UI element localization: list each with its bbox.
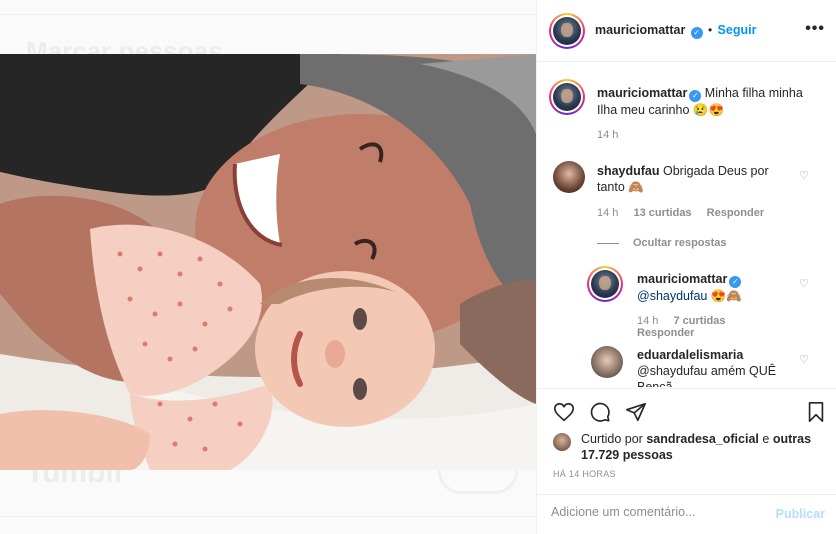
avatar-image — [591, 270, 619, 298]
verified-badge-icon: ✓ — [729, 276, 742, 288]
author-username[interactable]: mauriciomattar — [595, 23, 685, 37]
post-header: mauriciomattar ✓ • Seguir ••• — [537, 0, 836, 62]
follow-button[interactable]: Seguir — [718, 23, 757, 37]
reply-username[interactable]: eduardalelismaria — [637, 348, 743, 362]
reply-button[interactable]: Responder — [707, 207, 764, 219]
verified-badge-icon: ✓ — [690, 27, 703, 39]
reply-text: @shaydufau amém QUÊ Bençã — [637, 364, 777, 387]
liker-avatar[interactable] — [553, 433, 571, 451]
likes-prefix: Curtido por — [581, 432, 643, 446]
comment-time[interactable]: 14 h — [597, 207, 618, 219]
caption-time[interactable]: 14 h — [597, 129, 618, 141]
verified-badge-icon: ✓ — [689, 90, 702, 102]
reply-button[interactable]: Responder — [637, 327, 694, 339]
reply-meta: 14 h 7 curtidas — [637, 315, 737, 327]
caption: mauriciomattar ✓ Minha filha minha Ilha m… — [597, 85, 817, 118]
comment-username[interactable]: shaydufau — [597, 164, 660, 178]
comment-likes[interactable]: 13 curtidas — [633, 207, 691, 219]
publish-button[interactable]: Publicar — [776, 507, 825, 521]
like-reply-heart-icon[interactable]: ♡ — [799, 277, 809, 290]
reply-avatar[interactable] — [587, 266, 623, 302]
replies-divider — [597, 243, 619, 244]
comment: shaydufau Obrigada Deus por tanto 🙈 — [597, 163, 797, 195]
liker-username[interactable]: sandradesa_oficial — [646, 432, 759, 446]
caption-avatar[interactable] — [549, 79, 585, 115]
like-heart-icon[interactable] — [553, 401, 575, 423]
likes-middle: e — [762, 432, 770, 446]
post-time-ago[interactable]: HÁ 14 HORAS — [553, 469, 616, 479]
post-side-panel: mauriciomattar ✓ • Seguir ••• mauricioma… — [536, 0, 836, 534]
background-divider — [0, 516, 536, 517]
reply: mauriciomattar ✓ @shaydufau 😍🙈 — [637, 271, 797, 304]
bookmark-icon[interactable] — [805, 401, 827, 423]
avatar-image — [553, 17, 581, 45]
commenter-avatar[interactable] — [553, 161, 585, 193]
comment-input[interactable] — [551, 505, 761, 519]
like-comment-heart-icon[interactable]: ♡ — [799, 169, 809, 182]
avatar-image — [553, 83, 581, 111]
comments-list[interactable]: mauriciomattar ✓ Minha filha minha Ilha m… — [537, 63, 836, 387]
hide-replies-button[interactable]: Ocultar respostas — [633, 237, 727, 249]
reply-avatar[interactable] — [591, 346, 623, 378]
reply-text: @shaydufau 😍🙈 — [637, 289, 742, 303]
more-options-icon[interactable]: ••• — [805, 21, 825, 37]
reply: eduardalelismaria @shaydufau amém QUÊ Be… — [637, 347, 797, 387]
comment-bubble-icon[interactable] — [589, 401, 611, 423]
comment-meta: 14 h 13 curtidas Responder — [597, 207, 776, 219]
share-send-icon[interactable] — [625, 401, 647, 423]
caption-username[interactable]: mauriciomattar — [597, 86, 687, 100]
post-actions: Curtido por sandradesa_oficial e outras … — [537, 388, 836, 488]
likes-summary: Curtido por sandradesa_oficial e outras … — [581, 431, 821, 463]
background-divider — [0, 14, 536, 15]
reply-likes[interactable]: 7 curtidas — [673, 315, 725, 327]
reply-time[interactable]: 14 h — [637, 315, 658, 327]
separator-dot: • — [708, 23, 713, 37]
add-comment-bar: Publicar — [537, 494, 836, 534]
author-avatar[interactable] — [549, 13, 585, 49]
like-reply-heart-icon[interactable]: ♡ — [799, 353, 809, 366]
post-photo[interactable] — [0, 54, 536, 470]
reply-username[interactable]: mauriciomattar — [637, 272, 727, 286]
